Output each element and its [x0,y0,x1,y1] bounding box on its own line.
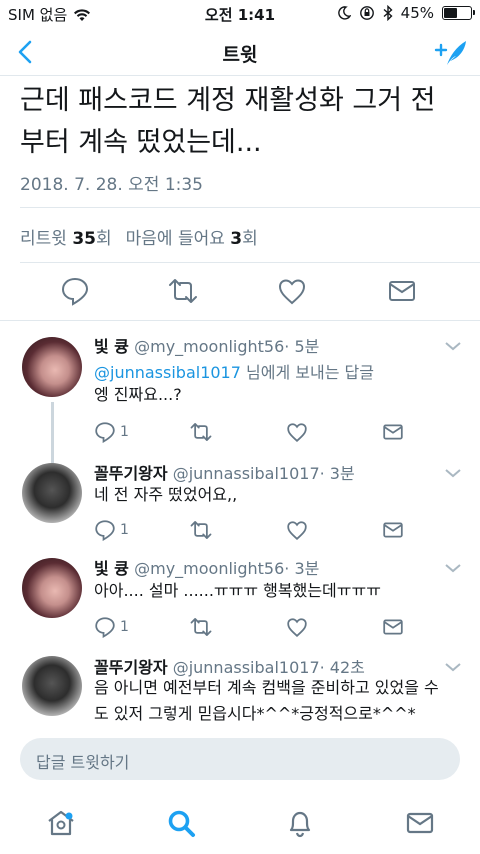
retweet-icon [190,423,212,441]
reply-to-mention[interactable]: @junnassibal1017 [94,363,241,382]
retweet-icon [190,618,212,636]
reply-text: 엥 진짜요...? [94,385,182,404]
chevron-down-icon[interactable] [444,467,462,479]
reply-actions: 1 [94,420,414,444]
battery-icon [442,6,475,20]
tweet-text: 근데 패스코드 계정 재활성화 그거 전부터 계속 떴었는데... [20,85,436,158]
rotation-lock-icon [359,6,374,20]
heart-icon[interactable] [277,276,307,306]
moon-icon [337,6,351,20]
notifications-bell-icon[interactable] [285,808,315,838]
reply-text-line: 도 있저 그렇게 믿읍시다*^^*긍정적으로*^^* [94,704,416,723]
like-button[interactable] [286,420,308,444]
reply-icon [95,617,115,638]
tab-bar [0,800,480,854]
retweet-icon [190,521,212,539]
reply-author-name: 꼴뚜기왕자 [94,464,168,483]
tweet-stats: 리트윗 35회 마음에 들어요 3회 [20,224,258,249]
bluetooth-icon [383,5,393,21]
retweet-button[interactable] [190,615,212,639]
page-title: 트윗 [222,44,258,66]
heart-icon [287,521,307,540]
reply-to-line: @junnassibal1017 님에게 보내는 답글 [94,359,374,383]
avatar[interactable] [22,463,82,523]
thread-line [51,402,54,472]
tweet-actions [0,276,480,308]
mail-icon [383,522,403,538]
retweets-count: 35 [72,229,96,249]
reply-author-handle: @my_moonlight56 [134,559,285,578]
reply-text: 네 전 자주 떴었어요,, [94,485,238,504]
like-button[interactable] [286,615,308,639]
reply-author-handle: @my_moonlight56 [134,337,285,356]
likes-stat[interactable]: 마음에 들어요 3회 [126,224,258,249]
avatar[interactable] [22,558,82,618]
reply-header: 꼴뚜기왕자 @junnassibal1017· 3분 [94,460,355,484]
like-button[interactable] [286,518,308,542]
retweet-button[interactable] [190,420,212,444]
home-icon[interactable] [46,808,76,838]
reply-button[interactable]: 1 [94,615,129,639]
reply-button[interactable]: 1 [94,518,129,542]
reply-count: 1 [120,424,129,440]
divider [20,262,480,263]
avatar[interactable] [22,656,82,716]
dm-button[interactable] [382,615,404,639]
mail-icon[interactable] [387,276,417,306]
reply-text-line: 음 아니면 예전부터 계속 컴백을 준비하고 있었을 수 [94,678,439,697]
reply-author-name: 빛 큥 [94,337,130,356]
dm-button[interactable] [382,420,404,444]
reply-text: 음 아니면 예전부터 계속 컴백을 준비하고 있었을 수 도 있저 그렇게 믿읍… [94,675,454,727]
divider [0,320,480,321]
reply-count: 1 [120,522,129,538]
heart-icon [287,618,307,637]
likes-label: 마음에 들어요 [125,229,225,249]
chevron-down-icon[interactable] [444,661,462,673]
retweets-unit: 회 [96,229,112,249]
avatar[interactable] [22,337,82,397]
status-bar: SIM 없음 오전 1:41 45% [0,0,480,28]
reply-to-suffix: 님에게 보내는 답글 [240,363,374,382]
reply-header: 빛 큥 @my_moonlight56· 5분 [94,333,319,357]
reply-author-handle: @junnassibal1017 [172,464,320,483]
battery-percent: 45% [400,4,434,22]
reply-input[interactable]: 답글 트윗하기 [20,738,460,780]
dm-button[interactable] [382,518,404,542]
tweet-timestamp: 2018. 7. 28. 오전 1:35 [20,175,203,195]
chevron-down-icon[interactable] [444,340,462,352]
reply-actions: 1 [94,615,414,639]
search-icon[interactable] [166,808,196,838]
retweet-button[interactable] [190,518,212,542]
reply-time: · 3분 [284,559,320,578]
likes-unit: 회 [242,229,258,249]
reply-time: · 5분 [284,337,320,356]
likes-count: 3 [230,229,243,249]
reply-time: · 3분 [319,464,355,483]
reply-icon[interactable] [60,276,90,306]
retweet-icon[interactable] [168,276,198,306]
retweets-stat[interactable]: 리트윗 35회 [20,224,112,249]
heart-icon [287,423,307,442]
reply-author-name: 빛 큥 [94,559,130,578]
status-right: 45% [337,4,475,22]
mail-icon [383,424,403,440]
reply-count: 1 [120,619,129,635]
divider [20,207,480,208]
nav-bar: 트윗 [0,28,480,76]
chevron-down-icon[interactable] [444,562,462,574]
messages-mail-icon[interactable] [405,808,435,838]
reply-actions: 1 [94,518,414,542]
mail-icon [383,619,403,635]
reply-icon [95,422,115,443]
reply-header: 빛 큥 @my_moonlight56· 3분 [94,555,319,579]
retweets-label: 리트윗 [20,229,67,249]
reply-button[interactable]: 1 [94,420,129,444]
reply-icon [95,520,115,541]
compose-tweet-icon[interactable] [434,38,468,68]
reply-text: 아아.... 설마 ......ㅠㅠㅠ 행복했는데ㅠㅠㅠ [94,581,381,600]
